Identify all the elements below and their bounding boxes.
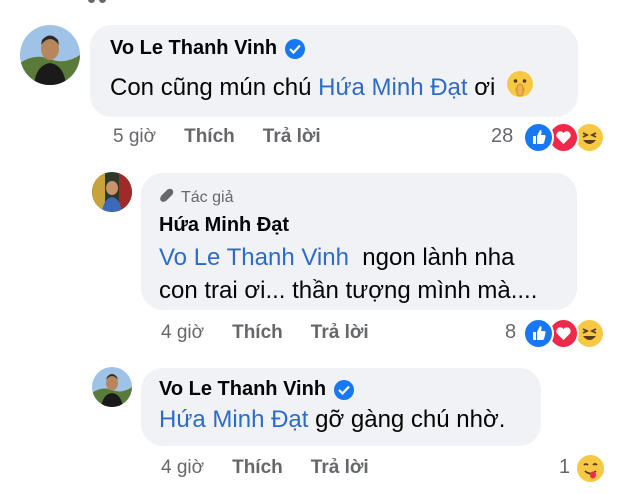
- microphone-icon: [159, 187, 175, 208]
- avatar[interactable]: [92, 367, 132, 407]
- comment-actions: 5 giờ Thích Trả lời: [113, 126, 321, 148]
- like-reaction-icon: [523, 318, 554, 349]
- comment-text: Vo Le Thanh Vinh ngon lành nha con trai …: [159, 244, 538, 304]
- reply-button[interactable]: Trả lời: [263, 126, 321, 148]
- reply-button[interactable]: Trả lời: [311, 457, 369, 479]
- comment-actions: 4 giờ Thích Trả lời: [161, 322, 369, 344]
- comment-actions: 4 giờ Thích Trả lời: [161, 457, 369, 479]
- verified-badge-icon: [334, 379, 355, 400]
- reaction-count[interactable]: 1: [559, 456, 570, 479]
- comment-author[interactable]: Hứa Minh Đạt: [159, 214, 559, 237]
- mention-link[interactable]: Hứa Minh Đạt: [318, 74, 467, 101]
- comment-bubble: Tác giả Hứa Minh Đạt Vo Le Thanh Vinh ng…: [141, 173, 577, 310]
- mention-link[interactable]: Hứa Minh Đạt: [159, 406, 308, 433]
- mention-link[interactable]: Vo Le Thanh Vinh: [159, 244, 349, 271]
- shushing-face-icon: [506, 70, 534, 107]
- timestamp[interactable]: 4 giờ: [161, 322, 204, 344]
- author-badge: Tác giả: [159, 187, 559, 208]
- yum-reaction-icon: [575, 453, 606, 484]
- reaction-icons[interactable]: [523, 122, 609, 153]
- more-options-dots[interactable]: [88, 0, 110, 4]
- comment-text: Con cũng mún chú Hứa Minh Đạt ơi: [110, 70, 558, 107]
- verified-badge-icon: [285, 38, 306, 59]
- comment-bubble: Vo Le Thanh Vinh Hứa Minh Đạt gỡ gàng ch…: [141, 368, 541, 446]
- comment-bubble: Vo Le Thanh Vinh Con cũng mún chú Hứa Mi…: [90, 25, 578, 117]
- reaction-icons[interactable]: [575, 453, 607, 484]
- timestamp[interactable]: 5 giờ: [113, 126, 156, 148]
- like-button[interactable]: Thích: [184, 126, 235, 148]
- like-reaction-icon: [523, 122, 554, 153]
- reaction-icons[interactable]: [523, 318, 609, 349]
- like-button[interactable]: Thích: [232, 322, 283, 344]
- avatar[interactable]: [92, 172, 132, 212]
- avatar[interactable]: [20, 25, 80, 85]
- comment-author[interactable]: Vo Le Thanh Vinh: [159, 378, 523, 401]
- like-button[interactable]: Thích: [232, 457, 283, 479]
- comment-author[interactable]: Vo Le Thanh Vinh: [110, 37, 558, 60]
- reaction-count[interactable]: 28: [491, 125, 513, 148]
- timestamp[interactable]: 4 giờ: [161, 457, 204, 479]
- comment-text: Hứa Minh Đạt gỡ gàng chú nhờ.: [159, 406, 506, 433]
- reply-button[interactable]: Trả lời: [311, 322, 369, 344]
- reaction-count[interactable]: 8: [505, 321, 516, 344]
